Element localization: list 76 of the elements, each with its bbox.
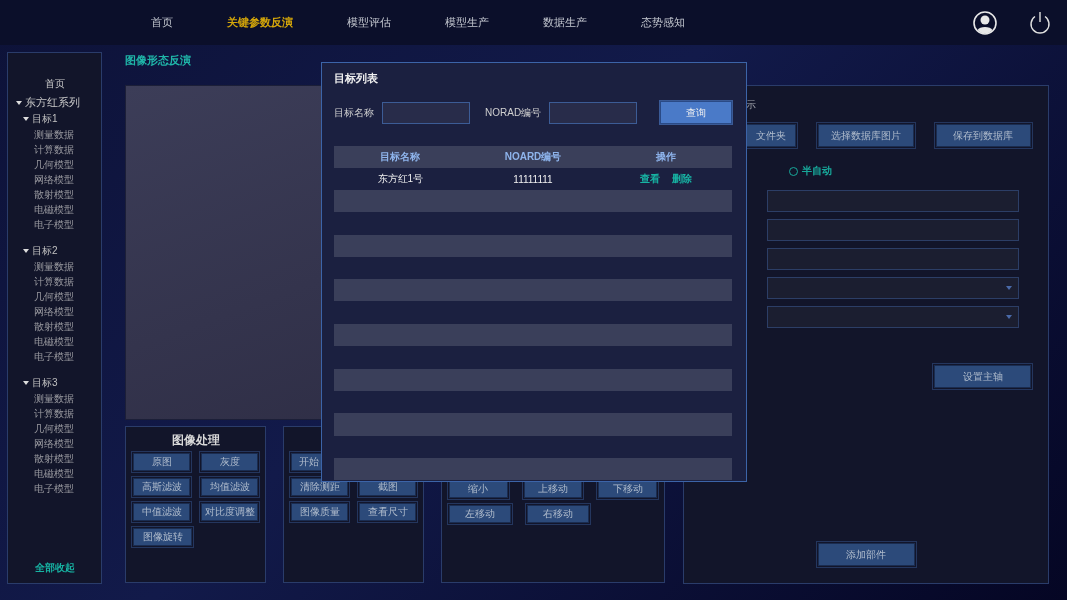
dropdown-field[interactable] — [767, 306, 1019, 328]
tool-button[interactable]: 左移动 — [449, 505, 511, 523]
nav-tab[interactable]: 首页 — [151, 15, 173, 30]
action-link[interactable]: 查看 — [639, 172, 660, 186]
tree-node[interactable]: 目标3 — [23, 375, 101, 391]
nav-tab[interactable]: 模型生产 — [445, 15, 489, 30]
dropdown-field[interactable] — [767, 277, 1019, 299]
tree-leaf[interactable]: 散射模型 — [34, 319, 74, 334]
tool-button[interactable]: 均值滤波 — [201, 478, 258, 496]
query-button[interactable]: 查询 — [660, 101, 732, 124]
tool-button[interactable]: 图像质量 — [291, 503, 348, 521]
tree-leaf[interactable]: 测量数据 — [34, 259, 74, 274]
tree-leaf[interactable]: 电子模型 — [34, 349, 74, 364]
action-link[interactable]: 删除 — [671, 172, 692, 186]
panel-title: 图像处理 — [171, 432, 220, 449]
tool-button[interactable]: 高斯滤波 — [133, 478, 190, 496]
tree-leaf[interactable]: 电子模型 — [34, 481, 74, 496]
tree-leaf[interactable]: 测量数据 — [34, 127, 74, 142]
table-cell: 11111111 — [513, 173, 553, 185]
column-header: 目标名称 — [380, 150, 421, 164]
set-axis-button[interactable]: 设置主轴 — [934, 365, 1031, 388]
power-icon[interactable] — [1029, 10, 1051, 35]
action-button[interactable]: 选择数据库图片 — [818, 124, 914, 147]
add-part-button[interactable]: 添加部件 — [817, 543, 915, 566]
tree-leaf[interactable]: 网络模型 — [34, 304, 74, 319]
tree-leaf[interactable]: 电子模型 — [34, 217, 74, 232]
input-field[interactable] — [382, 101, 470, 124]
tree-leaf[interactable]: 计算数据 — [34, 142, 74, 157]
dialog-title: 目标列表 — [334, 71, 379, 85]
action-button[interactable]: 保存到数据库 — [935, 124, 1031, 147]
table-cell: 东方红1号 — [377, 172, 424, 186]
nav-tab[interactable]: 模型评估 — [347, 15, 391, 30]
tool-button[interactable]: 对比度调整 — [201, 503, 258, 521]
input-field[interactable] — [767, 190, 1019, 212]
caret-icon[interactable] — [16, 101, 22, 105]
tree-leaf[interactable]: 网络模型 — [34, 172, 74, 187]
tree-node[interactable]: 目标1 — [23, 111, 101, 127]
nav-tab[interactable]: 数据生产 — [543, 15, 587, 30]
tree-leaf[interactable]: 电磁模型 — [34, 466, 74, 481]
tree-leaf[interactable]: 几何模型 — [34, 157, 74, 172]
input-field[interactable] — [767, 219, 1019, 241]
tree-leaf[interactable]: 网络模型 — [34, 436, 74, 451]
radio-option[interactable]: 半自动 — [789, 164, 832, 178]
nav-tab[interactable]: 态势感知 — [641, 15, 685, 30]
tree-node[interactable]: 东方红系列 — [16, 95, 101, 111]
field-label: NORAD编号 — [485, 105, 542, 120]
tree-leaf[interactable]: 电磁模型 — [34, 202, 74, 217]
sidebar-item[interactable]: 首页 — [44, 77, 65, 91]
tree-leaf[interactable]: 计算数据 — [34, 274, 74, 289]
column-header: NOARD编号 — [504, 150, 562, 164]
page-title: 图像形态反演 — [125, 53, 191, 68]
input-field[interactable] — [549, 101, 638, 124]
tool-button[interactable]: 查看尺寸 — [359, 503, 416, 521]
tree-leaf[interactable]: 几何模型 — [34, 289, 74, 304]
caret-icon[interactable] — [23, 381, 29, 385]
tree-leaf[interactable]: 计算数据 — [34, 406, 74, 421]
nav-tab[interactable]: 关键参数反演 — [227, 15, 293, 30]
tool-button[interactable]: 图像旋转 — [133, 528, 192, 546]
column-header: 操作 — [655, 150, 676, 164]
input-field[interactable] — [767, 248, 1019, 270]
tree-node[interactable]: 目标2 — [23, 243, 101, 259]
tree-leaf[interactable]: 散射模型 — [34, 451, 74, 466]
user-icon[interactable] — [973, 10, 997, 35]
tool-button[interactable]: 中值滤波 — [133, 503, 190, 521]
tree-leaf[interactable]: 散射模型 — [34, 187, 74, 202]
caret-icon[interactable] — [23, 249, 29, 253]
tool-button[interactable]: 灰度 — [201, 453, 258, 471]
field-label: 目标名称 — [334, 105, 374, 120]
panel-title: 示 — [746, 98, 756, 112]
tool-button[interactable]: 右移动 — [527, 505, 589, 523]
collapse-all-link[interactable]: 全部收起 — [34, 561, 75, 575]
tree-leaf[interactable]: 几何模型 — [34, 421, 74, 436]
tool-button[interactable]: 原图 — [133, 453, 190, 471]
tree-leaf[interactable]: 测量数据 — [34, 391, 74, 406]
caret-icon[interactable] — [23, 117, 29, 121]
tree-leaf[interactable]: 电磁模型 — [34, 334, 74, 349]
